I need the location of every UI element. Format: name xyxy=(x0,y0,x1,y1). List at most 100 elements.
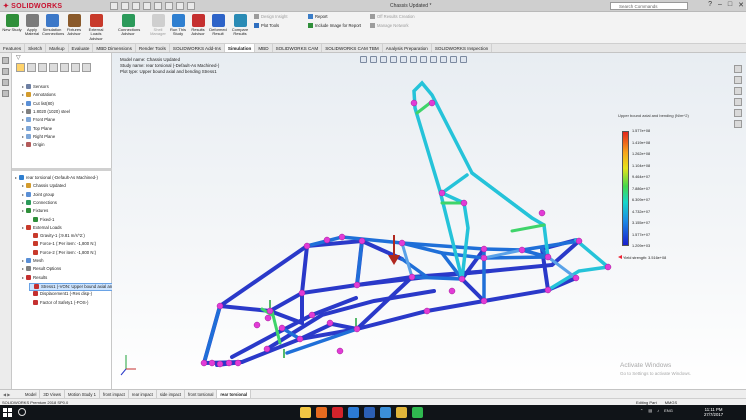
arrow-icon[interactable] xyxy=(2,68,9,75)
tree-item-sensors[interactable]: ▸ Sensors xyxy=(22,84,49,90)
solidworks-app-icon[interactable] xyxy=(332,407,343,418)
study-tab-front-torsional[interactable]: front torsional xyxy=(185,390,218,398)
solidworks-logo[interactable]: ✦ SOLIDWORKS xyxy=(3,2,62,10)
study-tab-front-impact[interactable]: front impact xyxy=(100,390,129,398)
explorer-app-icon[interactable] xyxy=(300,407,311,418)
tab-sketch[interactable]: Sketch xyxy=(25,44,47,52)
fixtures-advisor-button[interactable]: Fixtures Advisor xyxy=(64,14,84,37)
tree-item-force-2-per-item-1-800-n[interactable]: Force-2 (:Per item: -1,800 N:) xyxy=(29,249,96,256)
study-tab-rear-impact[interactable]: rear impact xyxy=(129,390,157,398)
graphics-area[interactable]: Model name: Chassis Updated Study name: … xyxy=(112,53,746,389)
display-manager-tab-icon[interactable] xyxy=(60,63,69,72)
tab-render-tools[interactable]: Render Tools xyxy=(136,44,170,52)
network-icon[interactable]: ▤ xyxy=(648,408,652,413)
tree-item-connections[interactable]: ▸ Connections xyxy=(22,199,57,206)
whatsapp-app-icon[interactable] xyxy=(412,407,423,418)
options-icon[interactable] xyxy=(187,2,195,10)
tab-mbd-dimensions[interactable]: MBD Dimensions xyxy=(93,44,136,52)
tree-item-rear-torsional-default-as-ma[interactable]: ▸ rear torsional (-Default-As Machined-) xyxy=(15,175,98,181)
tree-item-origin[interactable]: ▸ Origin xyxy=(22,142,44,148)
dimxpert-tab-icon[interactable] xyxy=(49,63,58,72)
firefox-app-icon[interactable] xyxy=(316,407,327,418)
results-advisor-button[interactable]: Results Advisor xyxy=(188,14,208,37)
report-button[interactable]: Report xyxy=(308,14,328,20)
minimize-button[interactable]: – xyxy=(718,1,722,9)
simulation-connections-button[interactable]: Simulation Connections xyxy=(42,14,64,37)
sketch-icon[interactable] xyxy=(2,79,9,86)
more-tab-icon[interactable] xyxy=(82,63,91,72)
chrome-app-icon[interactable] xyxy=(396,407,407,418)
property-manager-tab-icon[interactable] xyxy=(27,63,36,72)
maximize-button[interactable]: □ xyxy=(728,1,732,9)
open-file-icon[interactable] xyxy=(121,2,129,10)
tree-item-external-loads[interactable]: ▸ External Loads xyxy=(22,224,62,231)
study-tab-3d-views[interactable]: 3D Views xyxy=(40,390,66,398)
deformed-result-button[interactable]: Deformed Result xyxy=(208,14,228,37)
tree-item-results[interactable]: ▸ Results xyxy=(22,274,47,281)
tab-markup[interactable]: Markup xyxy=(46,44,69,52)
tab-evaluate[interactable]: Evaluate xyxy=(69,44,94,52)
close-button[interactable]: ✕ xyxy=(738,1,744,9)
plot-tools-button[interactable]: Plot Tools xyxy=(254,23,279,29)
cam-tab-icon[interactable] xyxy=(71,63,80,72)
tree-item-result-options[interactable]: ▸ Result Options xyxy=(22,266,61,272)
tree-item-displacement1-res-disp[interactable]: Displacement1 (-Res disp-) xyxy=(29,291,92,297)
help-icon[interactable]: ? xyxy=(708,1,712,9)
study-tab-side-impact[interactable]: side impact xyxy=(157,390,185,398)
tab-solidworks-add-ins[interactable]: SOLIDWORKS Add-Ins xyxy=(170,44,225,52)
tree-item-cut-list-80[interactable]: ▸ Cut list(80) xyxy=(22,100,54,107)
search-input[interactable]: Search Commands xyxy=(610,2,688,10)
tree-item-fixtures[interactable]: ▸ Fixtures xyxy=(22,208,48,214)
select-icon[interactable] xyxy=(165,2,173,10)
configuration-manager-tab-icon[interactable] xyxy=(38,63,47,72)
external-loads-advisor-button[interactable]: External Loads Advisor xyxy=(86,14,106,41)
feature-manager-tab-icon[interactable] xyxy=(16,63,25,72)
new-study-button[interactable]: New Study xyxy=(2,14,22,32)
print-icon[interactable] xyxy=(143,2,151,10)
tree-item-annotations[interactable]: ▸ Annotations xyxy=(22,92,56,98)
tree-item-top-plane[interactable]: ▸ Top Plane xyxy=(22,125,52,132)
start-button[interactable] xyxy=(3,408,12,417)
tree-item-gravity-1-9-81-m-s-2[interactable]: Gravity-1 (:9.81 m/s^2:) xyxy=(29,233,85,239)
hide-icon[interactable] xyxy=(2,90,9,97)
word-app-icon[interactable] xyxy=(364,407,375,418)
rebuild-icon[interactable] xyxy=(176,2,184,10)
filter-icon[interactable]: ▽ xyxy=(16,54,26,62)
taskbar-clock[interactable]: 11:11 PM 27/7/2017 xyxy=(704,407,723,417)
study-tab-motion-study-1[interactable]: Motion Study 1 xyxy=(65,390,100,398)
new-file-icon[interactable] xyxy=(110,2,118,10)
tree-item-factor-of-safety1-fos[interactable]: Factor of Safety1 (-FOS-) xyxy=(29,299,88,306)
compare-results-button[interactable]: Compare Results xyxy=(230,14,250,37)
shell-manager-button[interactable]: Shell Manager xyxy=(148,14,168,37)
run-this-study-button[interactable]: Run This Study xyxy=(168,14,188,37)
tree-item-joint-group[interactable]: ▸ Joint group xyxy=(22,191,54,198)
tree-item-force-1-per-item-1-800-n[interactable]: Force-1 (:Per item: -1,800 N:) xyxy=(29,241,96,247)
store-app-icon[interactable] xyxy=(380,407,391,418)
stress-legend[interactable]: Upper bound axial and bending (N/m^2) 1.… xyxy=(618,113,708,263)
tab-scroll-arrows[interactable]: ◀ ▶ xyxy=(0,390,22,398)
tree-item-chassis-updated[interactable]: ▸ Chassis Updated xyxy=(22,183,66,189)
tree-item-mesh[interactable]: ▸ Mesh xyxy=(22,258,44,264)
taskbar-search-icon[interactable] xyxy=(18,408,26,416)
tray-up-icon[interactable]: ⌃ xyxy=(640,408,643,413)
tab-solidworks-cam-tbm[interactable]: SOLIDWORKS CAM TBM xyxy=(322,44,383,52)
tree-item-1-8020-1020-steel[interactable]: ▸ 1.8020 (1020) steel xyxy=(22,108,70,115)
edge-app-icon[interactable] xyxy=(348,407,359,418)
tree-item-front-plane[interactable]: ▸ Front Plane xyxy=(22,117,55,123)
tab-analysis-preparation[interactable]: Analysis Preparation xyxy=(383,44,432,52)
pin-icon[interactable] xyxy=(2,57,9,64)
include-image-for-report-button[interactable]: Include Image for Report xyxy=(308,23,361,29)
tab-features[interactable]: Features xyxy=(0,44,26,52)
tab-mbd[interactable]: MBD xyxy=(255,44,273,52)
volume-icon[interactable]: ♪ xyxy=(657,408,659,413)
tab-simulation[interactable]: Simulation xyxy=(224,44,256,52)
off-results-creation-button[interactable]: Off Results Creation xyxy=(370,14,415,20)
manage-network-button[interactable]: Manage Network xyxy=(370,23,409,29)
apply-material-button[interactable]: Apply Material xyxy=(22,14,42,37)
tab-solidworks-cam[interactable]: SOLIDWORKS CAM xyxy=(273,44,323,52)
undo-icon[interactable] xyxy=(154,2,162,10)
study-tab-rear-torsional[interactable]: rear torsional xyxy=(217,390,252,398)
connections-advisor-button[interactable]: Connections Advisor xyxy=(118,14,140,37)
design-insight-button[interactable]: Design Insight xyxy=(254,14,288,20)
study-tab-model[interactable]: Model xyxy=(22,390,41,398)
